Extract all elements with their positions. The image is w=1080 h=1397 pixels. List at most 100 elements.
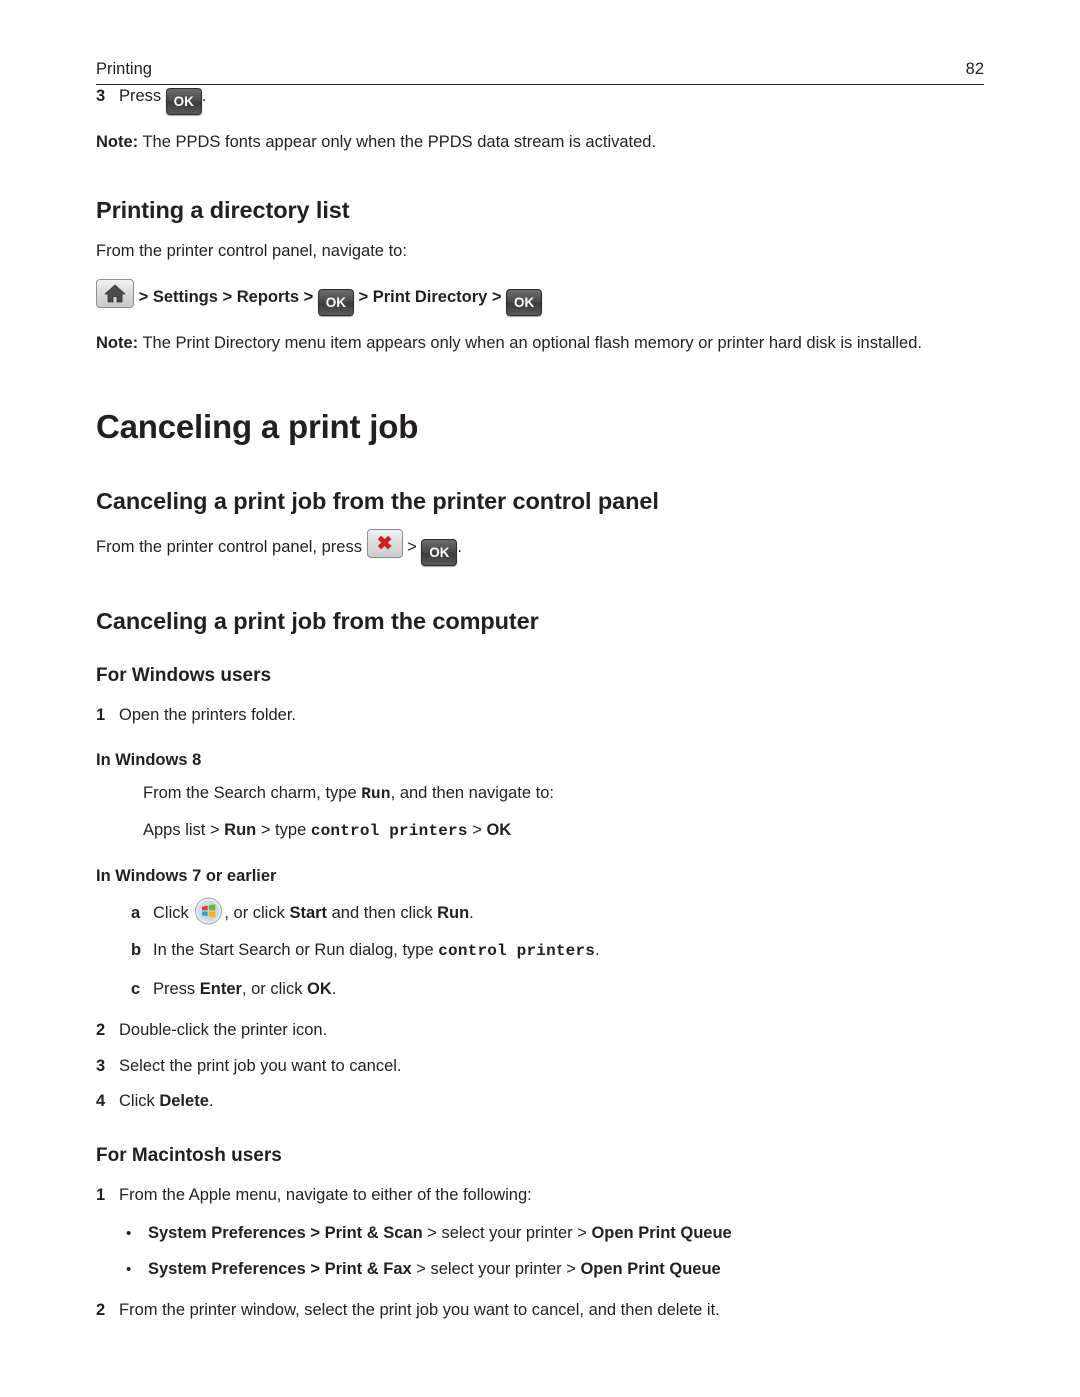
step-number: 1: [96, 1185, 106, 1204]
windows-step-4: 4 Click Delete.: [96, 1089, 984, 1115]
home-icon: [96, 278, 134, 308]
ok-label: OK: [307, 979, 332, 998]
mono-control-printers: control printers: [310, 822, 468, 841]
step-text: Select the print job you want to cancel.: [119, 1056, 402, 1075]
select-printer-label: select your printer: [430, 1259, 562, 1278]
sep: >: [561, 1259, 581, 1278]
heading-cancel-from-control-panel: Canceling a print job from the printer c…: [96, 488, 659, 515]
step-text: In the Start Search or Run dialog, type …: [153, 937, 600, 965]
step-text: Open the printers folder.: [119, 706, 297, 725]
heading-for-macintosh-users: For Macintosh users: [96, 1144, 282, 1166]
run-label: Run: [224, 821, 257, 840]
home-glyph: [104, 284, 126, 303]
cancel-panel-instruction: From the printer control panel, press ✖ …: [96, 529, 984, 567]
step-number: 3: [96, 1056, 106, 1075]
ok-key-icon: OK: [317, 288, 354, 316]
header-section-title: Printing: [96, 60, 152, 78]
mac-bullet-print-fax: • System Preferences > Print & Fax > sel…: [126, 1256, 984, 1282]
print-and-scan-label: Print & Scan: [324, 1223, 423, 1242]
sep: >: [305, 1259, 325, 1278]
or-click-text: , or click: [241, 979, 308, 998]
nav-sep-2: >: [217, 287, 237, 306]
select-printer-label: select your printer: [441, 1223, 573, 1242]
click-start-text: , or click: [224, 903, 290, 922]
ok-key-icon: OK: [506, 288, 543, 316]
heading-canceling-print-job: Canceling a print job: [96, 408, 419, 446]
print-and-fax-label: Print & Fax: [324, 1259, 412, 1278]
apps-list-label: Apps list >: [143, 821, 225, 840]
type-label: > type: [256, 821, 311, 840]
system-preferences-label: System Preferences: [148, 1223, 306, 1242]
windows8-line-1: From the Search charm, type Run, and the…: [143, 780, 984, 808]
period: .: [331, 979, 337, 998]
heading-text: In Windows 7 or earlier: [96, 866, 277, 885]
delete-label: Delete: [159, 1092, 209, 1111]
press-label: Press: [119, 87, 162, 105]
step-text: Press OK.: [119, 84, 206, 115]
press-label: Press: [153, 979, 200, 998]
step-number: 4: [96, 1092, 106, 1111]
nav-sep-3: >: [299, 287, 318, 306]
ok-label: OK: [486, 821, 512, 840]
x-glyph: ✖: [376, 533, 393, 555]
system-preferences-label: System Preferences: [148, 1259, 306, 1278]
windows-step-2: 2 Double-click the printer icon.: [96, 1018, 984, 1044]
text-post: , and then navigate to:: [390, 783, 554, 802]
step-letter: c: [131, 979, 141, 998]
cancel-panel-text: From the printer control panel, press: [96, 538, 362, 557]
mac-step-1: 1 From the Apple menu, navigate to eithe…: [96, 1183, 984, 1209]
mono-run: Run: [361, 784, 391, 803]
mono-control-printers: control printers: [438, 942, 596, 961]
period: .: [201, 87, 207, 105]
note-text: The Print Directory menu item appears on…: [138, 333, 922, 352]
sep: >: [467, 821, 487, 840]
note-label: Note:: [96, 333, 139, 352]
bullet-text: System Preferences > Print & Scan > sele…: [148, 1220, 732, 1246]
windows-logo-icon: [193, 897, 224, 925]
heading-in-windows-7-or-earlier: In Windows 7 or earlier: [96, 867, 984, 886]
step-letter: a: [131, 903, 141, 922]
bullet-icon: •: [126, 1224, 132, 1242]
step-text: From the printer window, select the prin…: [119, 1301, 720, 1320]
step-letter: b: [131, 941, 142, 960]
step-press-ok: 3 Press OK.: [96, 84, 984, 115]
period: .: [595, 941, 600, 960]
windows-step-1: 1 Open the printers folder.: [96, 703, 984, 729]
open-print-queue-label: Open Print Queue: [580, 1259, 721, 1278]
step-number: 2: [96, 1301, 106, 1320]
nav-sep-1: >: [138, 287, 153, 306]
start-label: Start: [289, 903, 328, 922]
document-page: Printing 82 3 Press OK. Note: The PPDS f…: [0, 0, 1080, 1397]
step-number: 1: [96, 706, 106, 725]
nav-path-directory: > Settings > Reports > OK > Print Direct…: [96, 278, 984, 316]
nav-item-reports: Reports: [236, 287, 300, 306]
step-number: 3: [96, 87, 106, 105]
heading-in-windows-8: In Windows 8: [96, 751, 984, 770]
ok-key-icon: OK: [165, 88, 202, 115]
windows8-line-2: Apps list > Run > type control printers …: [143, 817, 984, 845]
heading-for-windows-users: For Windows users: [96, 665, 272, 687]
step-text: Double-click the printer icon.: [119, 1021, 328, 1040]
step-text: Press Enter, or click OK.: [153, 976, 336, 1002]
sep: >: [411, 1259, 431, 1278]
click-label: Click: [119, 1092, 160, 1111]
windows7-step-a: a Click , or click Start and then click …: [131, 897, 984, 926]
period: .: [457, 538, 462, 557]
cancel-x-icon: ✖: [366, 529, 403, 559]
open-print-queue-label: Open Print Queue: [591, 1223, 732, 1242]
sep: >: [305, 1223, 325, 1242]
period: .: [208, 1092, 214, 1111]
step-text: From the Apple menu, navigate to either …: [119, 1185, 532, 1204]
heading-cancel-from-computer: Canceling a print job from the computer: [96, 608, 539, 635]
cancel-panel-separator: >: [407, 538, 417, 557]
note-label: Note:: [96, 133, 139, 151]
sep: >: [572, 1223, 592, 1242]
bullet-icon: •: [126, 1260, 132, 1278]
ok-key-icon: OK: [421, 539, 458, 567]
note-ppds-fonts: Note: The PPDS fonts appear only when th…: [96, 129, 984, 155]
text-pre: From the Search charm, type: [143, 783, 362, 802]
bullet-text: System Preferences > Print & Fax > selec…: [148, 1256, 721, 1282]
windows-step-3: 3 Select the print job you want to cance…: [96, 1054, 984, 1080]
nav-item-settings: Settings: [152, 287, 218, 306]
click-label: Click: [153, 903, 189, 922]
